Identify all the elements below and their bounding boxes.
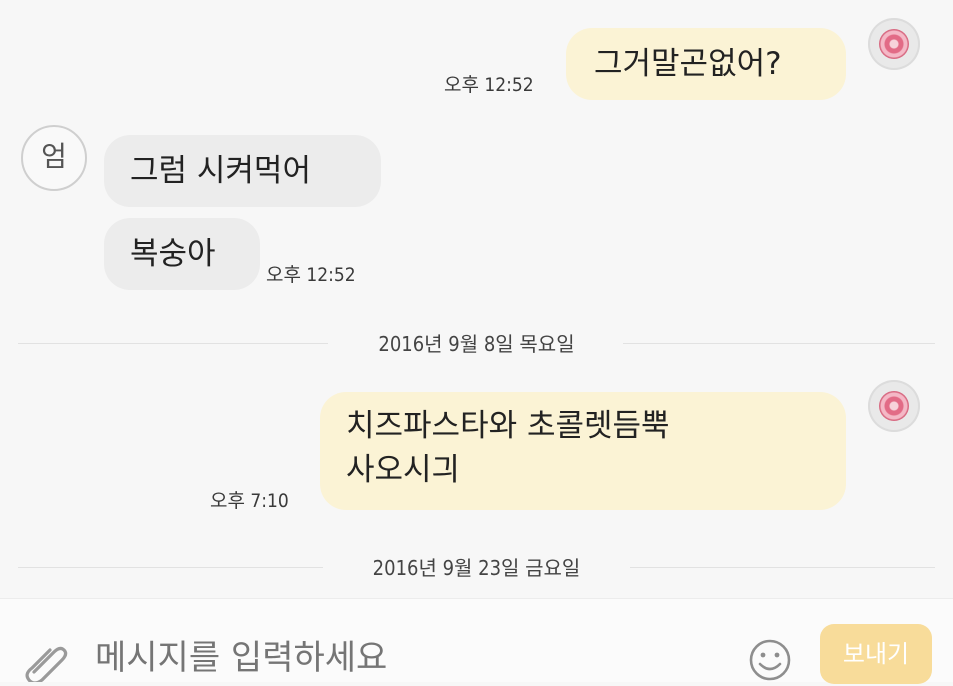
date-label: 2016년 9월 8일 목요일 bbox=[378, 332, 575, 356]
date-label: 2016년 9월 23일 금요일 bbox=[372, 556, 581, 580]
profile-icon bbox=[879, 29, 909, 59]
message-line: 사오시긔 bbox=[346, 452, 461, 488]
their-message-bubble[interactable]: 그럼 시켜먹어 bbox=[104, 135, 381, 207]
profile-icon bbox=[879, 391, 909, 421]
message-line: 치즈파스타와 초콜렛듬뿍 bbox=[346, 408, 670, 444]
attach-icon[interactable] bbox=[24, 640, 70, 686]
date-divider: 2016년 9월 8일 목요일 bbox=[18, 328, 935, 358]
my-avatar[interactable] bbox=[868, 380, 920, 432]
message-time: 오후 12:52 bbox=[266, 264, 356, 286]
their-message-bubble[interactable]: 복숭아 bbox=[104, 218, 260, 290]
message-time: 오후 12:52 bbox=[444, 74, 534, 96]
chat-area: 그거말곤없어? 오후 12:52 엄 그럼 시켜먹어 복숭아 오후 12:52 … bbox=[0, 0, 953, 598]
my-message-bubble[interactable]: 그거말곤없어? bbox=[566, 28, 846, 100]
my-avatar[interactable] bbox=[868, 18, 920, 70]
emoji-icon[interactable] bbox=[748, 638, 792, 686]
my-message-bubble[interactable]: 치즈파스타와 초콜렛듬뿍 사오시긔 bbox=[320, 392, 846, 510]
send-button[interactable]: 보내기 bbox=[820, 624, 932, 684]
message-input[interactable] bbox=[95, 636, 695, 680]
message-time: 오후 7:10 bbox=[210, 490, 289, 512]
date-divider: 2016년 9월 23일 금요일 bbox=[18, 552, 935, 582]
sender-avatar[interactable]: 엄 bbox=[21, 125, 87, 191]
